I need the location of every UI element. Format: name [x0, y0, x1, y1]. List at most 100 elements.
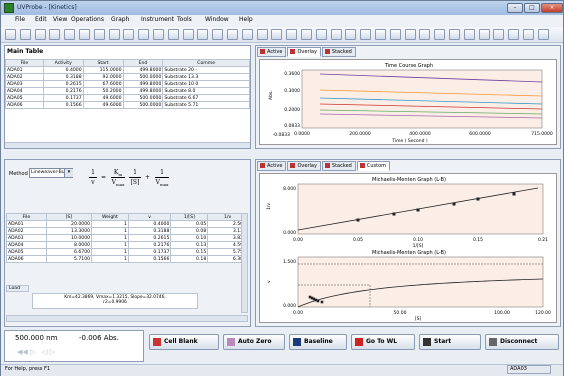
- main-table-scrollbar[interactable]: [5, 142, 250, 148]
- column-header[interactable]: [S]: [45, 213, 93, 221]
- toolbar-button[interactable]: [79, 29, 90, 40]
- toolbar-button[interactable]: [123, 29, 135, 40]
- table-row[interactable]: ADA01 20.0000 1 0.4000 0.05 2.500: [6, 220, 248, 228]
- table-cell[interactable]: 67.6000: [82, 80, 124, 88]
- column-header[interactable]: File: [6, 213, 47, 221]
- column-header[interactable]: Weight: [91, 213, 129, 221]
- table-cell[interactable]: 1: [91, 248, 129, 256]
- tab-active[interactable]: Active: [257, 161, 287, 171]
- table-cell[interactable]: ADA04: [5, 87, 44, 95]
- table-cell[interactable]: Substrate 20 -: [162, 66, 250, 74]
- toolbar-button[interactable]: [34, 29, 46, 40]
- table-cell[interactable]: 0.1566: [127, 255, 172, 263]
- table-cell[interactable]: 0.4000: [127, 220, 172, 228]
- toolbar-button[interactable]: [434, 29, 446, 40]
- table-cell[interactable]: 1: [91, 220, 129, 228]
- menu-window[interactable]: Window: [205, 16, 229, 23]
- table-cell[interactable]: 0.2615: [127, 234, 172, 242]
- column-header[interactable]: End: [122, 59, 164, 67]
- disconnect-button[interactable]: Disconnect: [485, 334, 559, 350]
- tab-active[interactable]: Active: [257, 47, 287, 57]
- table-row[interactable]: ADA03 10.0000 1 0.2615 0.10 3.823: [6, 234, 248, 242]
- table-cell[interactable]: ADA06: [6, 255, 47, 263]
- table-cell[interactable]: ADA03: [5, 80, 44, 88]
- table-cell[interactable]: ADA01: [6, 220, 47, 228]
- table-row[interactable]: ADA04 8.0000 1 0.2176 0.13 4.595: [6, 241, 248, 249]
- kinetics-scrollbar[interactable]: [6, 315, 248, 322]
- table-cell[interactable]: Substrate 8.0: [162, 87, 250, 95]
- toolbar-button[interactable]: [508, 29, 520, 40]
- table-cell[interactable]: 0.08: [170, 227, 209, 235]
- table-cell[interactable]: Substrate 10.0: [162, 80, 250, 88]
- table-cell[interactable]: 500.0000: [122, 101, 164, 109]
- table-row[interactable]: ADA01 0.4000 115.0000 499.8000 Substrate 20 …: [5, 66, 250, 74]
- maximize-button[interactable]: □: [524, 3, 540, 13]
- column-header[interactable]: Comme: [162, 59, 250, 67]
- table-cell[interactable]: 10.0000: [45, 234, 93, 242]
- table-cell[interactable]: ADA01: [5, 66, 44, 74]
- table-cell[interactable]: 0.18: [170, 255, 209, 263]
- toolbar-button[interactable]: [64, 29, 76, 40]
- toolbar-button[interactable]: [330, 29, 342, 40]
- table-cell[interactable]: 49.6000: [82, 101, 124, 109]
- toolbar-button[interactable]: [108, 29, 120, 40]
- chevron-down-icon[interactable]: ▾: [64, 169, 73, 177]
- table-cell[interactable]: 8.0000: [45, 241, 93, 249]
- toolbar-button[interactable]: [478, 29, 490, 40]
- toolbar-button[interactable]: [138, 29, 150, 40]
- table-cell[interactable]: 0.3188: [127, 227, 172, 235]
- menu-instrument[interactable]: Instrument: [141, 16, 174, 23]
- column-header[interactable]: Activity: [42, 59, 84, 67]
- table-row[interactable]: ADA06 0.1566 49.6000 500.0000 Substrate 5.71: [5, 101, 250, 109]
- table-cell[interactable]: ADA02: [5, 73, 44, 81]
- menu-operations[interactable]: Operations: [71, 16, 104, 23]
- table-row[interactable]: ADA05 0.1737 49.6000 500.0000 Substrate 6.67: [5, 94, 250, 102]
- table-cell[interactable]: 499.8000: [122, 80, 164, 88]
- minimize-button[interactable]: –: [507, 3, 523, 13]
- table-cell[interactable]: 499.8000: [122, 87, 164, 95]
- table-cell[interactable]: 0.1737: [127, 248, 172, 256]
- tab-overlay[interactable]: Overlay: [287, 47, 321, 57]
- table-cell[interactable]: 1: [91, 234, 129, 242]
- menu-graph[interactable]: Graph: [111, 16, 129, 23]
- baseline-button[interactable]: Baseline: [289, 334, 347, 350]
- toolbar-button[interactable]: [360, 29, 372, 40]
- toolbar-button[interactable]: [212, 29, 224, 40]
- table-cell[interactable]: 5.7100: [45, 255, 93, 263]
- table-cell[interactable]: ADA05: [5, 94, 44, 102]
- table-cell[interactable]: 0.2615: [42, 80, 84, 88]
- close-button[interactable]: ×: [541, 3, 563, 13]
- column-header[interactable]: File: [5, 59, 44, 67]
- table-cell[interactable]: 0.10: [170, 234, 209, 242]
- menu-tools[interactable]: Tools: [177, 16, 192, 23]
- transport-arrows[interactable]: ◀◀ ▷ ◁ ▷: [17, 348, 55, 356]
- table-cell[interactable]: 500.0000: [122, 94, 164, 102]
- table-cell[interactable]: Substrate 6.67: [162, 94, 250, 102]
- table-cell[interactable]: ADA06: [5, 101, 44, 109]
- table-cell[interactable]: 0.05: [170, 220, 209, 228]
- table-cell[interactable]: ADA05: [6, 248, 47, 256]
- column-header[interactable]: Start: [82, 59, 124, 67]
- table-cell[interactable]: 0.4000: [42, 66, 84, 74]
- toolbar-button[interactable]: [493, 29, 505, 40]
- toolbar-button[interactable]: [227, 29, 238, 40]
- column-header[interactable]: 1/[S]: [170, 213, 209, 221]
- tab-stacked[interactable]: Stacked: [321, 47, 356, 57]
- load-label[interactable]: Load: [6, 285, 29, 292]
- table-cell[interactable]: Substrate 5.71: [162, 101, 250, 109]
- menu-file[interactable]: File: [15, 16, 25, 23]
- toolbar-button[interactable]: [315, 29, 327, 40]
- table-cell[interactable]: ADA04: [6, 241, 47, 249]
- table-cell[interactable]: ADA03: [6, 234, 47, 242]
- toolbar-button[interactable]: [167, 29, 179, 40]
- toolbar-button[interactable]: [5, 29, 16, 40]
- auto-zero-button[interactable]: Auto Zero: [223, 334, 285, 350]
- table-cell[interactable]: Substrate 13.3: [162, 73, 250, 81]
- toolbar-button[interactable]: [182, 29, 194, 40]
- table-cell[interactable]: 0.3188: [42, 73, 84, 81]
- tab-stacked[interactable]: Stacked: [321, 161, 356, 171]
- menu-edit[interactable]: Edit: [35, 16, 47, 23]
- table-cell[interactable]: 49.6000: [82, 94, 124, 102]
- table-row[interactable]: ADA03 0.2615 67.6000 499.8000 Substrate 10.0: [5, 80, 250, 88]
- table-cell[interactable]: 115.0000: [82, 66, 124, 74]
